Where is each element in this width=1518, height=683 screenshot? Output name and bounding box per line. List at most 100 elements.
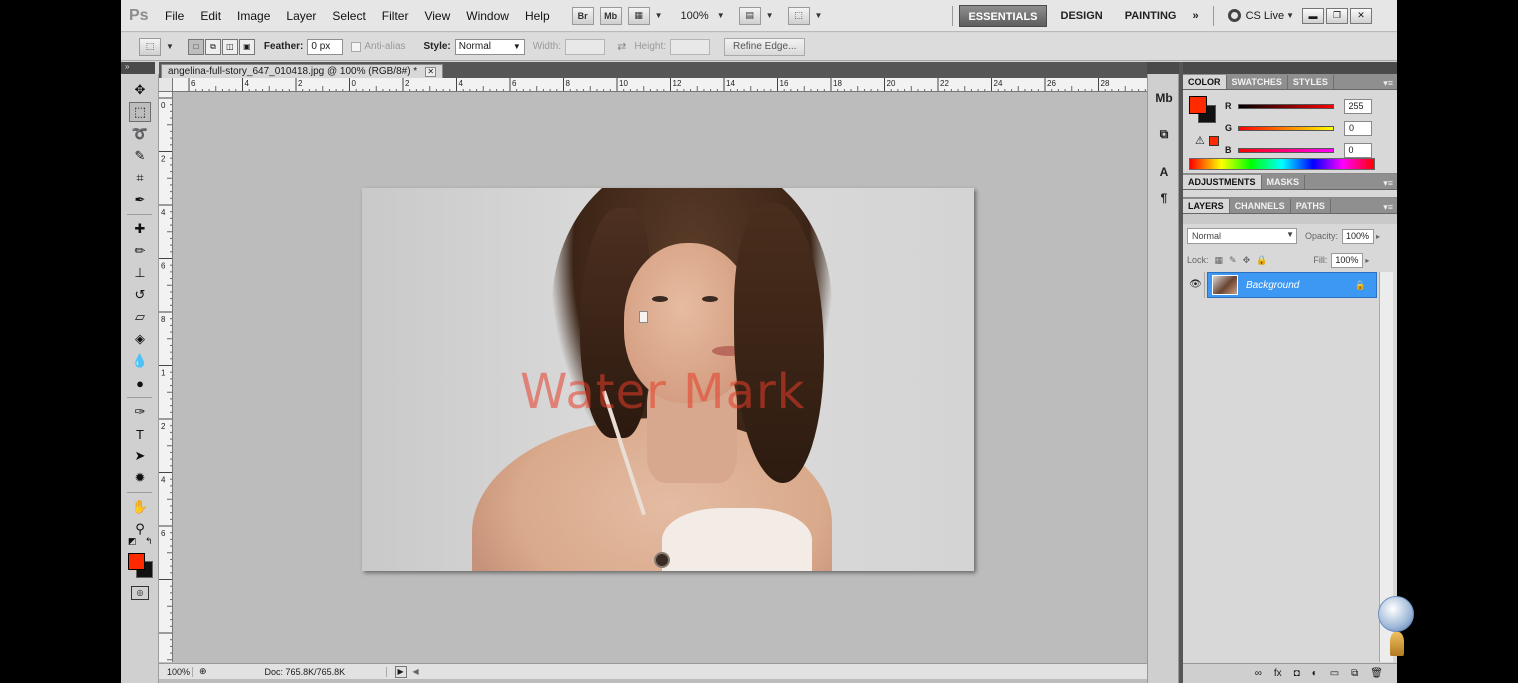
tools-collapse-bar[interactable]: » [121, 62, 155, 74]
document-tab[interactable]: angelina-full-story_647_010418.jpg @ 100… [161, 64, 444, 78]
new-group-icon[interactable]: ▭ [1330, 668, 1339, 679]
minimize-button[interactable]: ▬ [1302, 7, 1325, 24]
tab-layers[interactable]: LAYERS [1183, 199, 1230, 213]
height-input[interactable] [670, 38, 710, 55]
hand-tool-icon[interactable]: ✋ [129, 497, 151, 517]
green-value[interactable]: 0 [1344, 120, 1373, 136]
view-extras-caret-icon[interactable]: ▼ [655, 11, 663, 20]
tab-masks[interactable]: MASKS [1262, 175, 1306, 189]
blue-value[interactable]: 0 [1343, 142, 1372, 158]
arrange-documents-button[interactable]: ▤ [738, 6, 761, 25]
brush-tool-icon[interactable]: ✏ [129, 241, 151, 261]
adjustment-layer-icon[interactable]: ◐ [1312, 668, 1318, 679]
lock-transparent-icon[interactable]: ▦ [1215, 255, 1224, 266]
feather-input[interactable]: 0 px [307, 38, 344, 55]
blue-slider[interactable] [1237, 147, 1334, 153]
menu-image[interactable]: Image [229, 0, 278, 32]
opacity-arrow-icon[interactable]: ▸ [1376, 232, 1380, 241]
new-selection-icon[interactable]: □ [187, 38, 204, 55]
workspace-design[interactable]: DESIGN [1053, 5, 1111, 27]
lock-image-icon[interactable]: ✎ [1229, 255, 1237, 266]
character-panel-icon[interactable]: A [1154, 162, 1174, 182]
status-zoom[interactable]: 100% [159, 666, 193, 677]
gamut-warning-icon[interactable]: ⚠ [1195, 134, 1205, 147]
width-input[interactable] [565, 38, 606, 55]
tab-paths[interactable]: PATHS [1291, 199, 1331, 213]
clone-stamp-tool-icon[interactable]: ⊥ [129, 263, 151, 283]
paragraph-panel-icon[interactable]: ¶ [1154, 188, 1174, 208]
minibridge-panel-icon[interactable]: Mb [1154, 88, 1174, 108]
more-workspaces-button[interactable]: » [1184, 5, 1206, 27]
type-tool-icon[interactable]: T [129, 424, 151, 444]
crop-tool-icon[interactable]: ⌗ [129, 168, 151, 188]
layer-visibility-eye-icon[interactable]: 👁 [1187, 272, 1205, 298]
arrange-caret-icon[interactable]: ▼ [766, 11, 774, 20]
maximize-button[interactable]: ❐ [1326, 7, 1349, 24]
menu-help[interactable]: Help [517, 0, 558, 32]
shape-tool-icon[interactable]: ✹ [129, 468, 151, 488]
screen-mode-caret-icon[interactable]: ▼ [815, 11, 823, 20]
close-tab-icon[interactable]: ✕ [425, 66, 437, 77]
delete-layer-icon[interactable]: 🗑 [1370, 668, 1383, 679]
lock-position-icon[interactable]: ✥ [1243, 255, 1251, 266]
iconcol-collapse-bar[interactable] [1147, 62, 1179, 74]
style-select[interactable]: Normal ▼ [454, 38, 525, 55]
horizontal-ruler[interactable]: 6 4 2 0 2 4 6 8 10 12 14 16 18 20 22 24 26 28 [173, 78, 1269, 92]
tab-styles[interactable]: STYLES [1288, 75, 1334, 89]
color-spectrum[interactable] [1189, 158, 1375, 170]
ruler-origin[interactable] [159, 78, 173, 92]
layer-style-icon[interactable]: fx [1274, 668, 1282, 679]
color-panel-menu-icon[interactable]: ▾≡ [1383, 78, 1397, 89]
panels-collapse-bar[interactable] [1183, 62, 1397, 74]
menu-edit[interactable]: Edit [192, 0, 229, 32]
dodge-tool-icon[interactable]: ● [129, 373, 151, 393]
bridge-button[interactable]: Br [571, 6, 594, 25]
vertical-ruler[interactable]: 0 2 4 6 8 1 2 4 6 [159, 92, 173, 662]
new-layer-icon[interactable]: ⧉ [1351, 668, 1358, 679]
blend-mode-select[interactable]: Normal ▼ [1187, 228, 1297, 244]
menu-window[interactable]: Window [458, 0, 517, 32]
status-menu-icon[interactable]: ▶ [394, 665, 407, 678]
fill-arrow-icon[interactable]: ▸ [1365, 256, 1369, 265]
menu-file[interactable]: File [157, 0, 192, 32]
tab-channels[interactable]: CHANNELS [1230, 199, 1291, 213]
screen-mode-button[interactable]: ⬚ [787, 6, 810, 25]
add-selection-icon[interactable]: ⧉ [204, 38, 221, 55]
zoom-caret-icon[interactable]: ▼ [717, 11, 725, 20]
subtract-selection-icon[interactable]: ◫ [221, 38, 238, 55]
history-panel-icon[interactable]: ⧉ [1154, 124, 1174, 144]
menu-filter[interactable]: Filter [374, 0, 417, 32]
intersect-selection-icon[interactable]: ▣ [238, 38, 255, 55]
tool-preset-caret-icon[interactable]: ▼ [166, 42, 174, 51]
opacity-input[interactable]: 100% [1342, 228, 1375, 244]
red-value[interactable]: 255 [1343, 98, 1372, 114]
quick-mask-icon[interactable]: ◎ [131, 586, 149, 600]
menu-view[interactable]: View [416, 0, 458, 32]
foreground-color-swatch[interactable] [128, 553, 145, 570]
lasso-tool-icon[interactable]: ➰ [129, 124, 151, 144]
eraser-tool-icon[interactable]: ▱ [129, 307, 151, 327]
layer-row-background[interactable]: Background 🔒 [1207, 272, 1377, 298]
green-slider[interactable] [1238, 125, 1335, 131]
status-zoom-icon[interactable]: ⊕ [199, 666, 207, 677]
tool-preset-picker[interactable]: ⬚ [139, 37, 161, 56]
workspace-essentials[interactable]: ESSENTIALS [959, 4, 1047, 27]
panel-foreground-swatch[interactable] [1189, 96, 1207, 114]
add-mask-icon[interactable]: ◘ [1294, 668, 1300, 679]
tab-color[interactable]: COLOR [1183, 75, 1227, 89]
tab-swatches[interactable]: SWATCHES [1227, 75, 1288, 89]
healing-brush-tool-icon[interactable]: ✚ [129, 219, 151, 239]
gamut-swatch[interactable] [1209, 136, 1219, 146]
quick-selection-tool-icon[interactable]: ✎ [129, 146, 151, 166]
default-colors-icon[interactable]: ◩ [128, 536, 137, 547]
swap-dimensions-icon[interactable]: ⇄ [617, 40, 626, 53]
minibridge-button[interactable]: Mb [599, 6, 622, 25]
canvas-area[interactable]: Water Mark [174, 93, 1254, 663]
layers-menu-icon[interactable]: ▾≡ [1383, 202, 1397, 213]
close-window-button[interactable]: ✕ [1350, 7, 1373, 24]
link-layers-icon[interactable]: ∞ [1255, 668, 1262, 679]
workspace-painting[interactable]: PAINTING [1117, 5, 1185, 27]
menu-select[interactable]: Select [324, 0, 373, 32]
lock-all-icon[interactable]: 🔒 [1256, 255, 1267, 266]
zoom-level[interactable]: 100% [681, 10, 709, 22]
